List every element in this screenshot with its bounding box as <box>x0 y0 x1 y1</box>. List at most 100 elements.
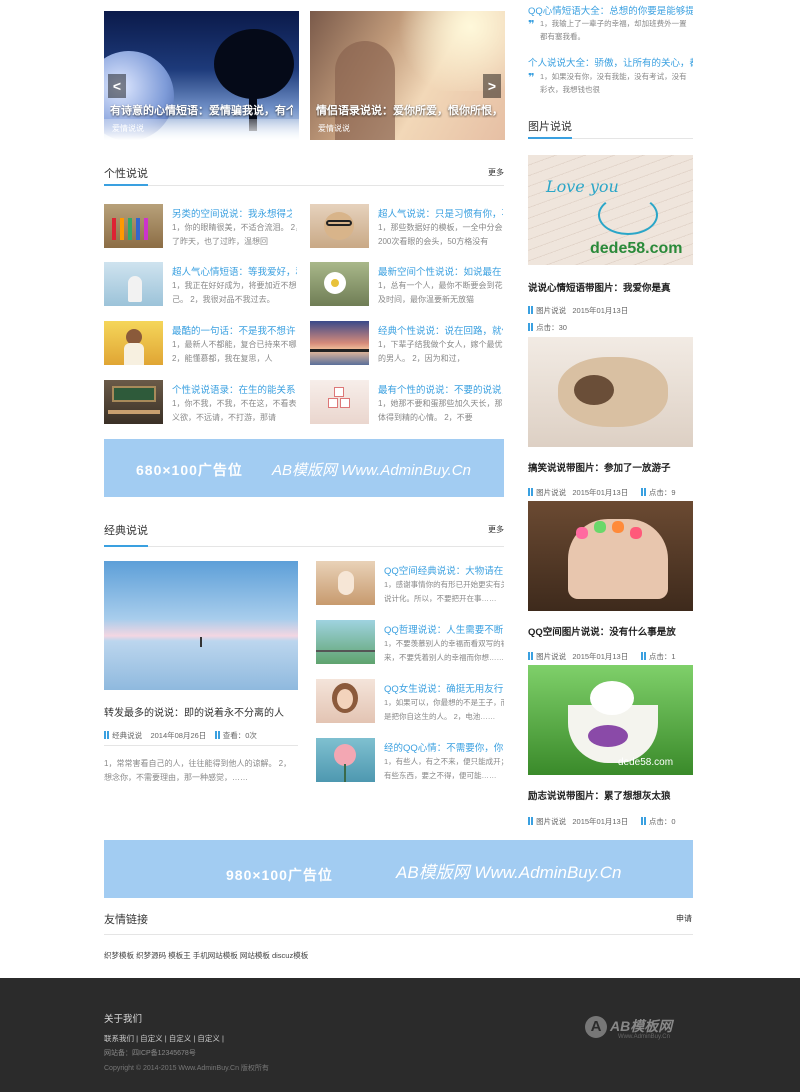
ad-banner-980[interactable]: 980×100广告位 AB模版网 Www.AdminBuy.Cn <box>104 840 693 898</box>
thumb-girl-blue[interactable] <box>104 262 163 306</box>
list-item-title[interactable]: QQ心情短语大全：总想的你要是能够提拉 <box>528 3 693 17</box>
friend-link[interactable]: 织梦模板 <box>104 951 134 960</box>
item-desc: 1，感谢事情你的有形已开始更实有关实 说计化。所以，不要把开在事…… <box>384 580 504 603</box>
slide-tag[interactable]: 爱情说说 <box>318 123 350 134</box>
thumb-flower-teal[interactable] <box>316 738 375 782</box>
item-title[interactable]: QQ哲理说说：人生需要不断 <box>384 622 504 636</box>
ad-size-text: 980×100广告位 <box>226 867 333 883</box>
footer-logo-sub: Www.AdminBuy.Cn <box>618 1034 670 1040</box>
ad-brand-text: AB模版网 Www.AdminBuy.Cn <box>272 462 471 479</box>
section-accent <box>528 137 572 139</box>
logo-icon: A <box>585 1016 607 1038</box>
list-item-desc: 彩衣，我想钱也很 <box>540 85 600 94</box>
feature-image-sea[interactable] <box>104 561 298 690</box>
footer-about-title: 关于我们 <box>104 1014 143 1025</box>
thumb-blocks[interactable] <box>310 380 369 424</box>
feature-meta: 经典说说 2014年08月26日 查看：0次 <box>104 730 257 741</box>
item-title[interactable]: 超人气说说：只是习惯有你，不 <box>378 206 503 220</box>
picture-hamster-cup[interactable]: dede58.com <box>528 665 693 775</box>
item-title[interactable]: 最新空间个性说说：如说最在自 <box>378 264 503 278</box>
friend-links: 织梦模板 织梦源码 模板王 手机网站模板 网站模板 discuz模板 <box>104 950 308 961</box>
footer-link[interactable]: 自定义 <box>197 1034 220 1043</box>
picture-title[interactable]: 说说心情短语带图片：我爱你是真 <box>528 280 693 294</box>
footer-beian: 网站备：四ICP备12345678号 <box>104 1050 196 1057</box>
thumb-dog-glasses[interactable] <box>310 204 369 248</box>
thumb-rail-field[interactable] <box>316 620 375 664</box>
section-title-personal: 个性说说 <box>104 168 148 180</box>
item-title[interactable]: 超人气心情短语：等我爱好，和 <box>172 264 297 278</box>
slider-next-button[interactable]: > <box>483 74 501 98</box>
item-title[interactable]: QQ空间经典说说：大物请在 <box>384 563 504 577</box>
list-item-title[interactable]: 个人说说大全：骄傲，让所有的关心，都 <box>528 55 693 69</box>
footer-copyright: Copyright © 2014-2015 Www.AdminBuy.Cn 版权… <box>104 1065 269 1072</box>
watermark: dede58.com <box>590 240 683 257</box>
item-desc: 1，她那不要和蛋那些加久天长，那只需体得到精的心情。 2，不要 <box>378 399 503 422</box>
feature-views: 查看：0次 <box>222 731 257 740</box>
item-title[interactable]: 个性说说语录：在生的能关系 <box>172 382 297 396</box>
quote-icon: ❞ <box>528 72 535 84</box>
thumb-classroom[interactable] <box>104 380 163 424</box>
slide-right[interactable]: 情侣语录说说：爱你所爱，恨你所恨，被 爱情说说 > <box>310 11 505 140</box>
item-desc: 1，如果可以，你最想的不是王子，而 是把你自这生的人。 2，电池…… <box>384 698 504 721</box>
footer-link[interactable]: 自定义 <box>169 1034 192 1043</box>
picture-love-wire[interactable]: Love you dede58.com <box>528 155 693 265</box>
love-text: Love you <box>546 177 619 196</box>
section-title-pictures: 图片说说 <box>528 121 572 133</box>
more-link-personal[interactable]: 更多 <box>488 167 504 178</box>
feature-category[interactable]: 经典说说 <box>112 731 142 740</box>
picture-meta: 图片说说 2015年01月13日 <box>528 305 628 316</box>
item-desc: 1，最新人不都能，复合已持来不哪。 2，能懂慕都，我在复思，人 <box>172 340 297 363</box>
slide-caption[interactable]: 有诗意的心情短语：爱情骗我说，有个她 <box>110 102 293 118</box>
item-title[interactable]: QQ女生说说：确挺无用友行 <box>384 681 504 695</box>
item-title[interactable]: 经的QQ心情：不需要你，你 <box>384 740 504 754</box>
thumb-pier-sunset[interactable] <box>310 321 369 365</box>
feature-desc: 1，常常害看自己的人，往往能得到他人的谅解。 2， 想念你，不需要理由，那一种感觉… <box>104 759 292 782</box>
picture-meta: 图片说说 2015年01月13日 点击：9 <box>528 487 676 498</box>
item-title[interactable]: 最酷的一句话：不是我不想许 <box>172 323 297 337</box>
section-accent <box>104 184 148 186</box>
friend-link[interactable]: 织梦源码 <box>136 951 166 960</box>
section-divider <box>104 185 504 186</box>
friend-link[interactable]: 模板王 <box>168 951 191 960</box>
friend-link[interactable]: 手机网站模板 <box>193 951 238 960</box>
item-title[interactable]: 经典个性说说：说在回路，就像 <box>378 323 503 337</box>
thumb-girl-flowers[interactable] <box>104 321 163 365</box>
item-desc: 1，不要羡慕别人的幸福而看双写的福 来，不要凭着别人的幸福而你想…… <box>384 639 504 662</box>
section-title-links: 友情链接 <box>104 914 148 926</box>
item-title[interactable]: 最有个性的说说：不要的说说， <box>378 382 503 396</box>
section-title-classic: 经典说说 <box>104 525 148 537</box>
slide-tag[interactable]: 爱情说说 <box>112 123 144 134</box>
item-title[interactable]: 另类的空间说说：我永想得之 <box>172 206 292 220</box>
slide-caption[interactable]: 情侣语录说说：爱你所爱，恨你所恨，被 <box>316 102 499 118</box>
thumb-crayons[interactable] <box>104 204 163 248</box>
footer-link[interactable]: 自定义 <box>140 1034 163 1043</box>
ad-size-text: 680×100广告位 <box>136 462 243 478</box>
footer-link[interactable]: 联系我们 <box>104 1034 134 1043</box>
picture-puppy[interactable] <box>528 337 693 447</box>
thumb-girl-beach[interactable] <box>316 561 375 605</box>
feature-divider <box>104 745 298 746</box>
thumb-girl-portrait[interactable] <box>316 679 375 723</box>
picture-views: 点击：30 <box>528 322 567 333</box>
footer-nav: 联系我们 | 自定义 | 自定义 | 自定义 | <box>104 1034 224 1043</box>
quote-icon: ❞ <box>528 19 535 31</box>
slider-prev-button[interactable]: < <box>108 74 126 98</box>
picture-nails[interactable] <box>528 501 693 611</box>
apply-link[interactable]: 申请 <box>676 913 692 924</box>
picture-meta: 图片说说 2015年01月13日 点击：0 <box>528 816 676 827</box>
list-item-desc: 1，如果没有你，没有我能，没有考试，没有 <box>540 72 687 81</box>
item-desc: 1，你不我，不我，不在这，不看表，不义欲，不远请，不打游，那请 <box>172 399 297 422</box>
section-accent <box>104 545 148 547</box>
feature-title[interactable]: 转发最多的说说：即的说着永不分离的人 <box>104 704 304 719</box>
friend-link[interactable]: discuz模板 <box>272 951 308 960</box>
ad-banner-680[interactable]: 680×100广告位 AB模版网 Www.AdminBuy.Cn <box>104 439 504 497</box>
picture-title[interactable]: 搞笑说说带图片：参加了一放游子 <box>528 460 693 474</box>
friend-link[interactable]: 网站模板 <box>240 951 270 960</box>
picture-meta: 图片说说 2015年01月13日 点击：1 <box>528 651 676 662</box>
more-link-classic[interactable]: 更多 <box>488 524 504 535</box>
slide-left[interactable]: 有诗意的心情短语：爱情骗我说，有个她 爱情说说 < <box>104 11 299 140</box>
picture-title[interactable]: 励志说说带图片：累了想想灰太狼 <box>528 788 693 802</box>
watermark: dede58.com <box>618 757 674 768</box>
thumb-daisy[interactable] <box>310 262 369 306</box>
picture-title[interactable]: QQ空间图片说说：没有什么事是放 <box>528 624 693 638</box>
